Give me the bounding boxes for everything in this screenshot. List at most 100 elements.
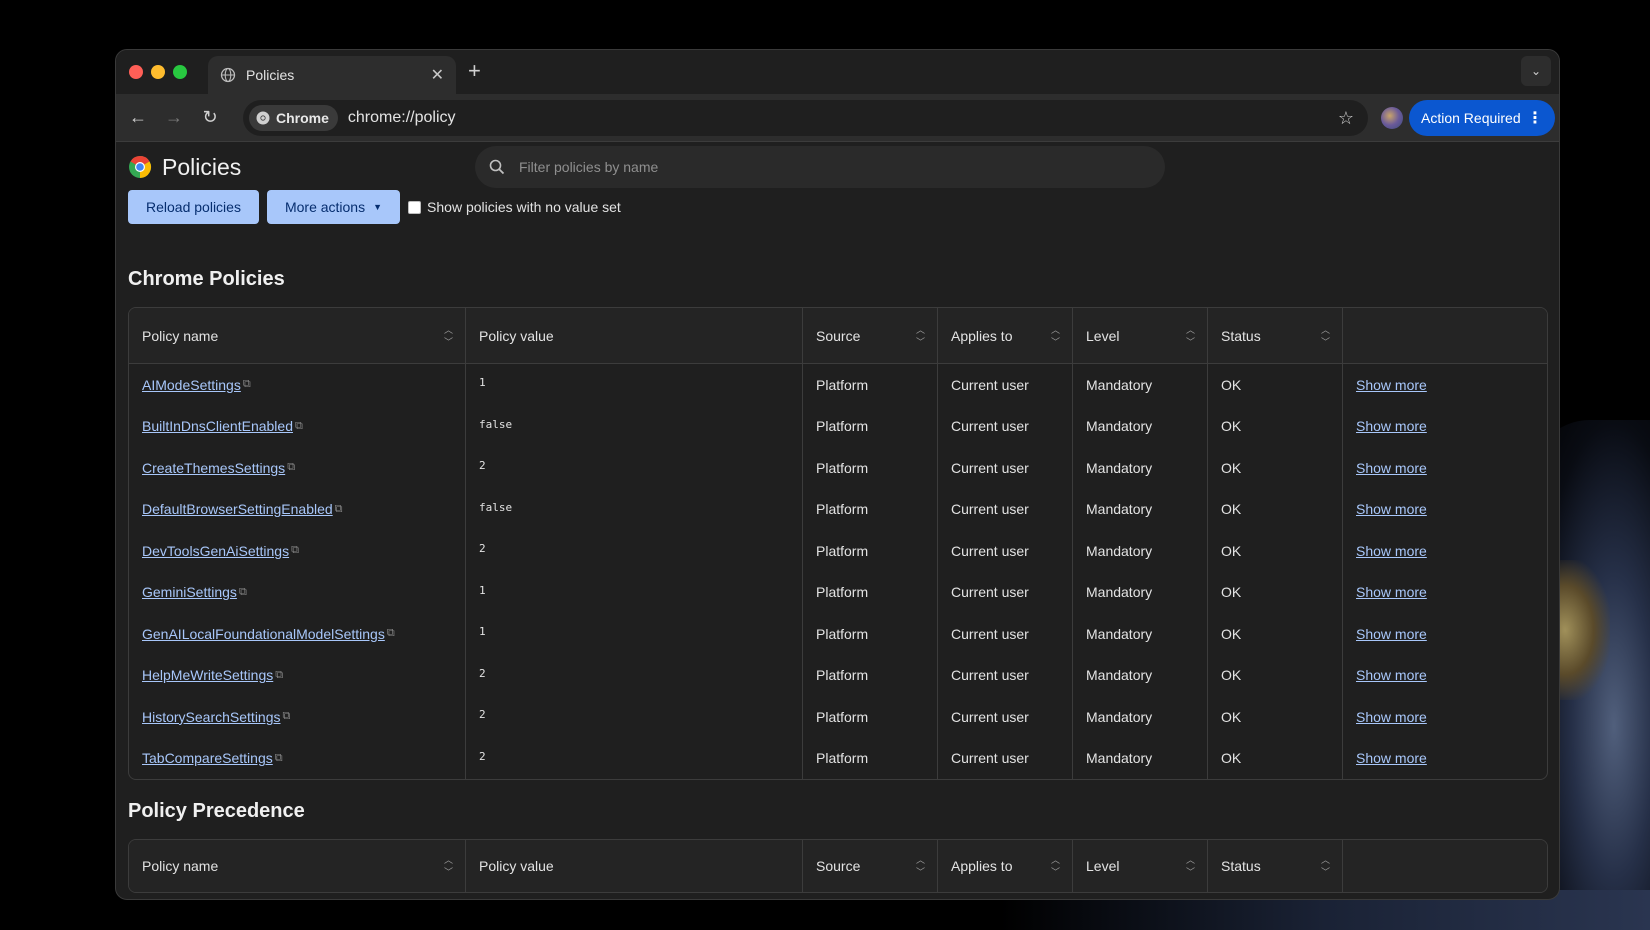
policy-name-cell: DefaultBrowserSettingEnabled ⧉ (129, 488, 466, 530)
more-actions-label: More actions (284, 199, 366, 215)
applies-to-cell: Current user (938, 364, 1073, 406)
address-bar[interactable]: Chrome chrome://policy ☆ (243, 100, 1368, 136)
table-row: TabCompareSettings ⧉ 2 Platform Current user… (129, 737, 1547, 779)
policy-value-cell: 2 (466, 654, 803, 696)
sort-icon[interactable]: ︿ ﹀ (444, 854, 453, 878)
forward-button[interactable]: → (156, 107, 192, 128)
filter-input[interactable]: Filter policies by name (475, 146, 1165, 188)
site-info-chip[interactable]: Chrome (249, 105, 338, 131)
tab-search-button[interactable]: ⌄ (1521, 56, 1551, 86)
show-more-link[interactable]: Show more (1356, 667, 1427, 683)
header-level[interactable]: Level ︿ ﹀ (1073, 840, 1208, 892)
maximize-window-button[interactable] (173, 65, 187, 79)
status-cell: OK (1208, 654, 1343, 696)
reload-button[interactable]: ↻ (192, 107, 228, 128)
external-link-icon[interactable]: ⧉ (243, 378, 251, 391)
external-link-icon[interactable]: ⧉ (335, 503, 343, 516)
show-more-link[interactable]: Show more (1356, 377, 1427, 393)
status-cell: OK (1208, 364, 1343, 406)
external-link-icon[interactable]: ⧉ (283, 710, 291, 723)
external-link-icon[interactable]: ⧉ (387, 627, 395, 640)
bookmark-star-icon[interactable]: ☆ (1338, 108, 1354, 129)
external-link-icon[interactable]: ⧉ (275, 669, 283, 682)
policy-name-link[interactable]: BuiltInDnsClientEnabled (142, 418, 293, 434)
policy-name-link[interactable]: DevToolsGenAiSettings (142, 543, 289, 559)
url-text[interactable]: chrome://policy (348, 109, 1338, 127)
header-policy-name[interactable]: Policy name ︿ ﹀ (129, 840, 466, 892)
show-more-cell: Show more (1343, 613, 1479, 655)
level-cell: Mandatory (1073, 654, 1208, 696)
search-icon (489, 159, 505, 175)
external-link-icon[interactable]: ⧉ (239, 586, 247, 599)
show-more-link[interactable]: Show more (1356, 543, 1427, 559)
show-more-cell: Show more (1343, 406, 1479, 448)
source-cell: Platform (803, 530, 938, 572)
status-cell: OK (1208, 613, 1343, 655)
sort-icon[interactable]: ︿ ﹀ (916, 324, 925, 348)
header-applies-to[interactable]: Applies to ︿ ﹀ (938, 840, 1073, 892)
status-cell: OK (1208, 447, 1343, 489)
header-status[interactable]: Status ︿ ﹀ (1208, 308, 1343, 363)
level-cell: Mandatory (1073, 530, 1208, 572)
minimize-window-button[interactable] (151, 65, 165, 79)
header-empty (1343, 840, 1479, 892)
header-policy-name[interactable]: Policy name ︿ ﹀ (129, 308, 466, 363)
close-tab-icon[interactable]: ✕ (431, 65, 444, 85)
show-more-link[interactable]: Show more (1356, 584, 1427, 600)
level-cell: Mandatory (1073, 737, 1208, 779)
show-no-value-checkbox[interactable]: Show policies with no value set (408, 199, 621, 215)
new-tab-button[interactable]: + (468, 58, 481, 84)
show-more-link[interactable]: Show more (1356, 626, 1427, 642)
header-source[interactable]: Source ︿ ﹀ (803, 840, 938, 892)
applies-to-cell: Current user (938, 613, 1073, 655)
external-link-icon[interactable]: ⧉ (295, 420, 303, 433)
sort-icon[interactable]: ︿ ﹀ (1186, 324, 1195, 348)
table-body: AIModeSettings ⧉ 1 Platform Current user Mand… (129, 364, 1547, 779)
policy-name-link[interactable]: AIModeSettings (142, 377, 241, 393)
show-more-cell: Show more (1343, 489, 1479, 531)
external-link-icon[interactable]: ⧉ (287, 461, 295, 474)
reload-policies-button[interactable]: Reload policies (128, 190, 259, 224)
back-button[interactable]: ← (120, 107, 156, 128)
header-status[interactable]: Status ︿ ﹀ (1208, 840, 1343, 892)
policy-name-link[interactable]: GeminiSettings (142, 584, 237, 600)
sort-icon[interactable]: ︿ ﹀ (1321, 324, 1330, 348)
checkbox-box[interactable] (408, 200, 422, 214)
policy-name-link[interactable]: CreateThemesSettings (142, 460, 285, 476)
show-more-link[interactable]: Show more (1356, 750, 1427, 766)
external-link-icon[interactable]: ⧉ (275, 752, 283, 765)
header-level[interactable]: Level ︿ ﹀ (1073, 308, 1208, 363)
policy-name-link[interactable]: DefaultBrowserSettingEnabled (142, 501, 333, 517)
sort-icon[interactable]: ︿ ﹀ (1051, 854, 1060, 878)
show-more-link[interactable]: Show more (1356, 418, 1427, 434)
sort-icon[interactable]: ︿ ﹀ (916, 854, 925, 878)
policy-name-link[interactable]: HistorySearchSettings (142, 709, 281, 725)
header-label: Level (1086, 858, 1120, 874)
tab-policies[interactable]: Policies ✕ (208, 56, 456, 94)
policy-name-link[interactable]: HelpMeWriteSettings (142, 667, 273, 683)
sort-icon[interactable]: ︿ ﹀ (444, 324, 453, 348)
header-source[interactable]: Source ︿ ﹀ (803, 308, 938, 363)
policy-name-link[interactable]: GenAILocalFoundationalModelSettings (142, 626, 385, 642)
header-applies-to[interactable]: Applies to ︿ ﹀ (938, 308, 1073, 363)
kebab-menu-icon[interactable]: ⋮ (1527, 108, 1543, 128)
show-more-link[interactable]: Show more (1356, 501, 1427, 517)
more-actions-button[interactable]: More actions ▼ (266, 190, 401, 224)
browser-window: Policies ✕ + ⌄ ← → ↻ Chrome chrome://pol… (115, 49, 1560, 900)
level-cell: Mandatory (1073, 447, 1208, 489)
page-header: Policies Filter policies by name (128, 142, 1547, 188)
action-required-button[interactable]: Action Required ⋮ (1409, 100, 1555, 136)
tab-strip: Policies ✕ + ⌄ (116, 50, 1559, 94)
policy-name-cell: GeminiSettings ⧉ (129, 571, 466, 613)
profile-avatar[interactable] (1381, 107, 1403, 129)
sort-icon[interactable]: ︿ ﹀ (1186, 854, 1195, 878)
sort-icon[interactable]: ︿ ﹀ (1051, 324, 1060, 348)
policy-name-link[interactable]: TabCompareSettings (142, 750, 273, 766)
close-window-button[interactable] (129, 65, 143, 79)
tab-title: Policies (246, 67, 295, 83)
show-more-link[interactable]: Show more (1356, 460, 1427, 476)
table-row: BuiltInDnsClientEnabled ⧉ false Platform Cur… (129, 405, 1547, 448)
show-more-link[interactable]: Show more (1356, 709, 1427, 725)
external-link-icon[interactable]: ⧉ (291, 544, 299, 557)
sort-icon[interactable]: ︿ ﹀ (1321, 854, 1330, 878)
